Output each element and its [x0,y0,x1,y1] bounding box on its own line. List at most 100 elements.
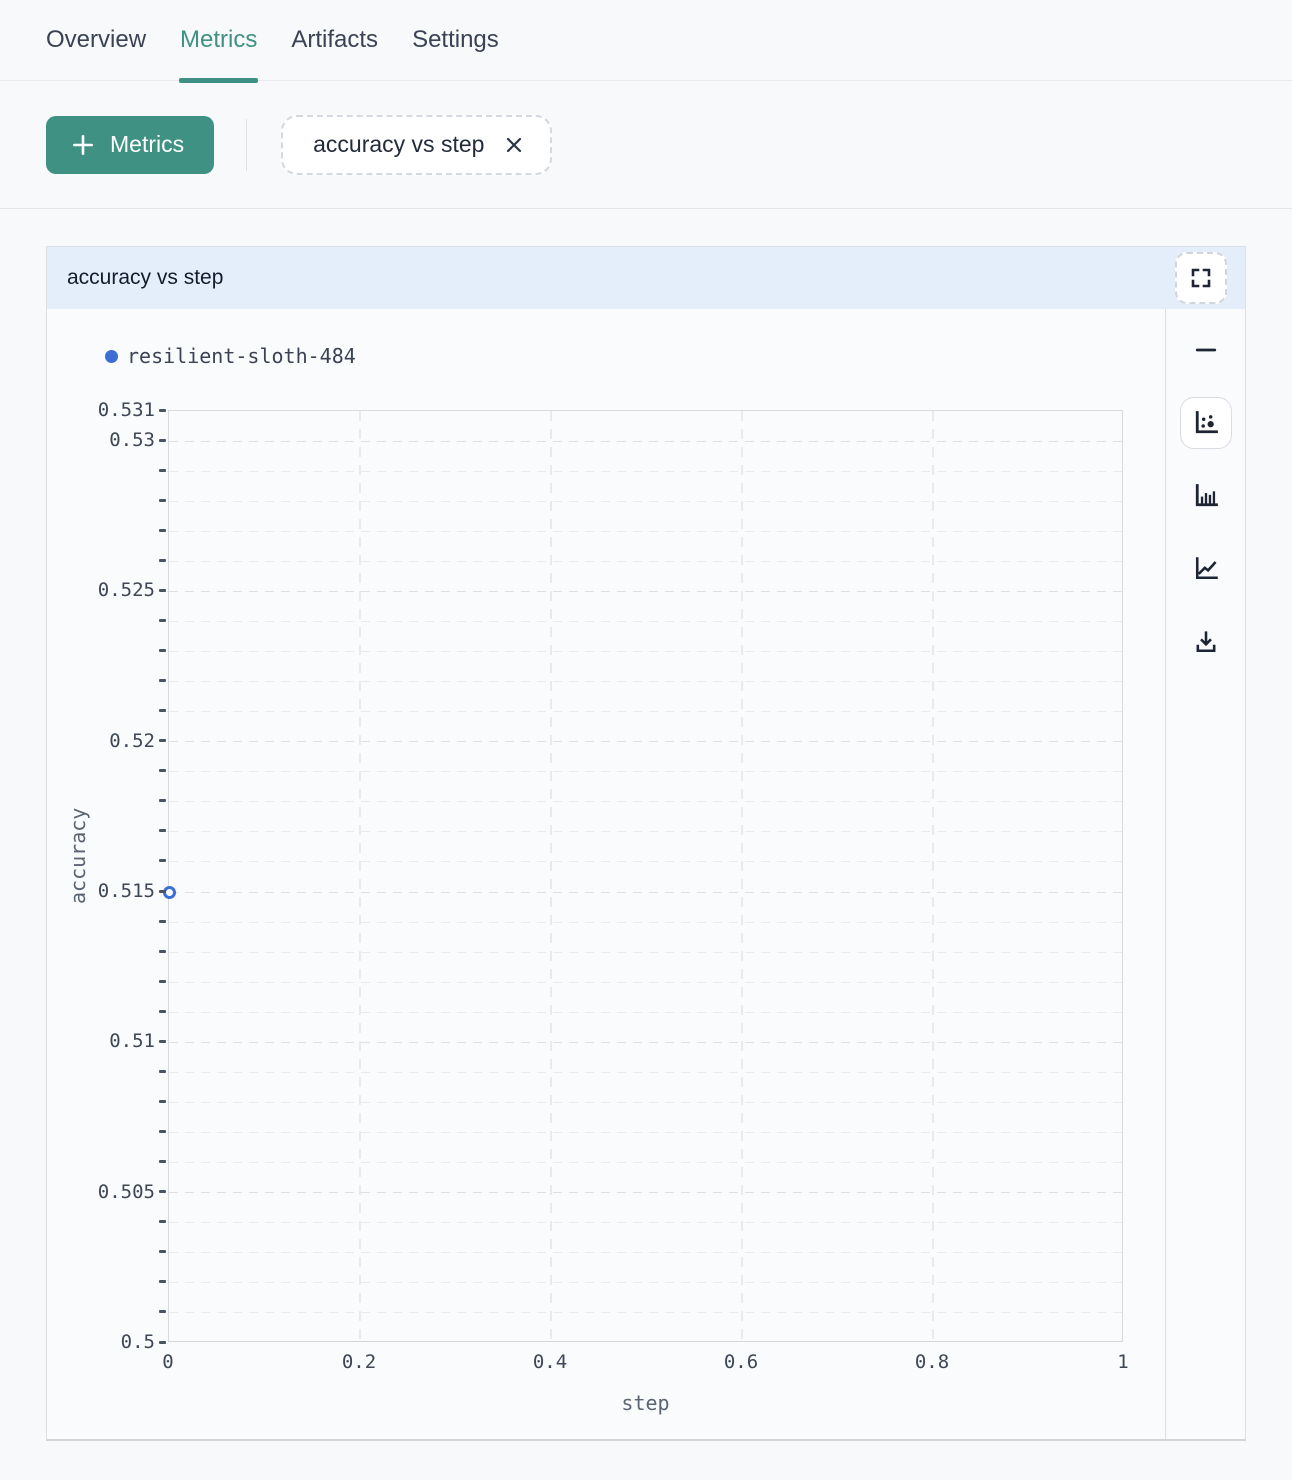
gridline [169,1282,1122,1283]
tab-label: Metrics [180,26,257,54]
y-tick [159,649,166,652]
gridline [169,1012,1122,1013]
y-tick-label: 0.531 [60,399,155,421]
panel-title: accuracy vs step [67,266,223,290]
gridline [169,982,1122,983]
chart-toolbar [1165,309,1245,1439]
gridline [169,1042,1122,1043]
tab-artifacts[interactable]: Artifacts [291,0,378,81]
chart-panel: accuracy vs step resilient-sloth-484 acc… [46,246,1246,1441]
y-tick-label: 0.52 [60,730,155,752]
legend-item[interactable]: resilient-sloth-484 [105,344,356,368]
scatter-chart-icon[interactable] [1180,397,1232,449]
tab-metrics[interactable]: Metrics [180,0,257,81]
y-tick [159,679,166,682]
gridline [169,531,1122,532]
y-tick [159,709,166,712]
tab-label: Overview [46,26,146,54]
y-tick [159,1040,166,1043]
y-tick [159,529,166,532]
fullscreen-button[interactable] [1175,252,1227,304]
y-tick [159,769,166,772]
y-tick [159,1310,166,1313]
add-metrics-button[interactable]: Metrics [46,116,214,174]
download-icon[interactable] [1180,616,1232,668]
gridline [169,801,1122,802]
add-metrics-label: Metrics [110,131,184,158]
y-tick-label: 0.505 [60,1181,155,1203]
gridline [169,771,1122,772]
gridline [169,561,1122,562]
x-tick-label: 0.2 [314,1351,404,1373]
x-axis-label: step [168,1391,1123,1415]
tab-label: Settings [412,26,499,54]
chart-region: resilient-sloth-484 accuracy step 0.5310… [47,309,1165,1439]
gridline [741,411,743,1341]
panel-body: resilient-sloth-484 accuracy step 0.5310… [47,309,1245,1439]
y-tick [159,1100,166,1103]
x-tick-label: 0.6 [696,1351,786,1373]
y-tick [159,950,166,953]
gridline [169,651,1122,652]
tab-bar: Overview Metrics Artifacts Settings [0,0,1292,81]
y-tick [159,589,166,592]
gridline [169,741,1122,742]
gridline [169,441,1122,442]
tab-settings[interactable]: Settings [412,0,499,81]
plot-area[interactable] [168,410,1123,1342]
gridline [169,1072,1122,1073]
legend-label: resilient-sloth-484 [127,344,356,368]
fullscreen-icon [1189,266,1213,290]
x-tick-label: 0.4 [505,1351,595,1373]
gridline [169,861,1122,862]
y-tick [159,1130,166,1133]
y-tick [159,619,166,622]
panel-header: accuracy vs step [47,247,1245,309]
metric-chip[interactable]: accuracy vs step [281,115,552,175]
legend-dot [105,350,118,363]
y-tick [159,469,166,472]
x-tick-label: 0 [123,1351,213,1373]
y-tick [159,1250,166,1253]
y-tick-label: 0.51 [60,1030,155,1052]
y-tick [159,1220,166,1223]
y-tick [159,499,166,502]
y-tick [159,890,166,893]
gridline [550,411,552,1341]
gridline [169,471,1122,472]
y-tick-label: 0.53 [60,429,155,451]
gridline [169,1222,1122,1223]
collapse-icon[interactable] [1180,324,1232,376]
y-tick [159,1160,166,1163]
gridline [169,952,1122,953]
y-tick-label: 0.525 [60,579,155,601]
bar-chart-icon[interactable] [1180,470,1232,522]
y-tick [159,439,166,442]
gridline [169,621,1122,622]
x-tick-label: 0.8 [887,1351,977,1373]
x-tick-label: 1 [1078,1351,1168,1373]
y-tick [159,739,166,742]
gridline [169,831,1122,832]
tab-label: Artifacts [291,26,378,54]
gridline [169,711,1122,712]
gridline [169,1312,1122,1313]
gridline [932,411,934,1341]
y-tick-label: 0.5 [60,1331,155,1353]
gridline [169,1102,1122,1103]
chip-label: accuracy vs step [313,131,484,158]
gridline [169,1192,1122,1193]
divider [246,119,247,171]
y-tick [159,829,166,832]
actions-row: Metrics accuracy vs step [0,81,1292,209]
line-chart-icon[interactable] [1180,543,1232,595]
gridline [169,1252,1122,1253]
gridline [359,411,361,1341]
y-tick [159,409,166,412]
gridline [169,1132,1122,1133]
y-tick-label: 0.515 [60,880,155,902]
y-tick [159,920,166,923]
y-tick [159,799,166,802]
close-icon[interactable] [500,131,528,159]
tab-overview[interactable]: Overview [46,0,146,81]
